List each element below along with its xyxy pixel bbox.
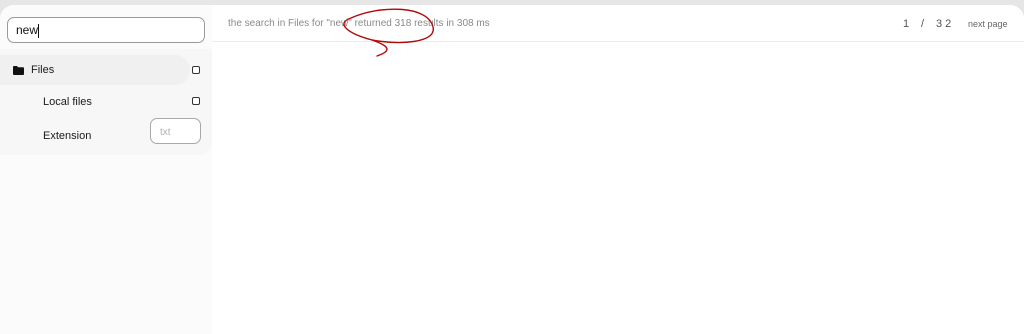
- app-window: Files Local files Extension the search i…: [0, 5, 1024, 334]
- total-pages: 32: [936, 18, 955, 30]
- extension-label: Extension: [43, 130, 92, 142]
- folder-icon: [13, 66, 24, 75]
- text-caret: [38, 24, 39, 38]
- sidebar-item-files[interactable]: Files: [0, 55, 190, 85]
- results-area: the search in Files for "new" returned 3…: [212, 5, 1024, 334]
- search-box[interactable]: [7, 17, 205, 43]
- next-page-link[interactable]: next page: [968, 19, 1008, 29]
- local-files-label: Local files: [43, 96, 92, 108]
- files-checkbox[interactable]: [192, 66, 200, 74]
- local-files-checkbox[interactable]: [192, 97, 200, 105]
- sidebar: Files Local files Extension: [0, 5, 212, 334]
- extension-input[interactable]: [160, 125, 198, 139]
- current-page: 1: [903, 18, 910, 30]
- results-header: the search in Files for "new" returned 3…: [212, 5, 1024, 42]
- filter-panel: Files Local files Extension: [0, 49, 212, 155]
- search-input[interactable]: [16, 21, 196, 39]
- results-status: the search in Files for "new" returned 3…: [228, 18, 490, 29]
- sidebar-item-label: Files: [31, 64, 55, 76]
- page-separator: /: [921, 18, 925, 30]
- extension-field[interactable]: [150, 118, 201, 144]
